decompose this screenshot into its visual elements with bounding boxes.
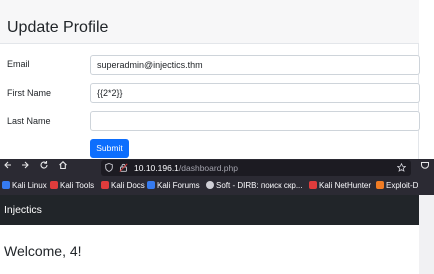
back-arrow-icon[interactable] (1, 159, 15, 177)
shield-icon[interactable] (105, 160, 113, 176)
kali-nethunter-icon (309, 181, 317, 189)
bookmark-label: Soft - DIRB: поиск скр... (216, 181, 303, 190)
profile-card: Update Profile Email superadmin@injectic… (0, 0, 420, 159)
bookmark-kali-forums[interactable]: Kali Forums (147, 177, 200, 195)
submit-button[interactable]: Submit (90, 139, 129, 158)
bookmark-label: Kali Tools (60, 181, 95, 190)
welcome-heading: Welcome, 4! (4, 243, 82, 259)
email-label: Email (7, 59, 30, 69)
exploit-db-icon (376, 181, 384, 189)
forward-arrow-icon[interactable] (18, 159, 32, 177)
bookmark-star-icon[interactable] (396, 160, 407, 176)
bookmark-label: Kali Linux (12, 181, 47, 190)
first-name-field[interactable]: {{2*2}} (90, 83, 420, 103)
bookmark-label: Kali NetHunter (319, 181, 372, 190)
url-bar[interactable]: 10.10.196.1/dashboard.php (101, 160, 411, 176)
bookmarks-toolbar: Kali Linux Kali Tools Kali Docs Kali For… (0, 177, 434, 195)
kali-linux-icon (2, 181, 10, 189)
globe-icon (206, 181, 214, 189)
bookmark-kali-tools[interactable]: Kali Tools (50, 177, 94, 195)
page-title: Update Profile (7, 19, 109, 36)
last-name-field[interactable] (90, 111, 420, 131)
url-path: /dashboard.php (178, 163, 238, 173)
bookmark-exploit-db[interactable]: Exploit-D (376, 177, 418, 195)
email-field[interactable]: superadmin@injectics.thm (90, 55, 420, 75)
last-name-label: Last Name (7, 116, 51, 126)
pocket-icon[interactable] (418, 159, 432, 177)
bookmark-soft-dirb[interactable]: Soft - DIRB: поиск скр... (206, 177, 303, 195)
brand-link[interactable]: Injectics (4, 195, 42, 225)
bookmark-label: Exploit-D (386, 181, 419, 190)
update-profile-section: Update Profile Email superadmin@injectic… (0, 0, 434, 159)
bookmark-kali-nethunter[interactable]: Kali NetHunter (309, 177, 371, 195)
dashboard-page: Injectics Welcome, 4! (0, 195, 434, 274)
kali-forums-icon (147, 181, 155, 189)
bookmark-label: Kali Forums (157, 181, 200, 190)
browser-toolbar: 10.10.196.1/dashboard.php Kali Linux Kal… (0, 159, 434, 195)
navigation-bar: 10.10.196.1/dashboard.php (0, 159, 434, 177)
url-host: 10.10.196.1 (134, 163, 179, 173)
kali-tools-icon (50, 181, 58, 189)
first-name-label: First Name (7, 88, 52, 98)
bookmark-kali-linux[interactable]: Kali Linux (2, 177, 47, 195)
page-edge (419, 195, 434, 274)
bookmark-kali-docs[interactable]: Kali Docs (101, 177, 145, 195)
insecure-lock-icon[interactable] (119, 160, 128, 176)
top-navbar: Injectics (0, 195, 419, 225)
home-icon[interactable] (56, 159, 70, 177)
bookmark-label: Kali Docs (111, 181, 145, 190)
reload-icon[interactable] (37, 159, 51, 177)
url-text[interactable]: 10.10.196.1/dashboard.php (134, 160, 238, 176)
card-header: Update Profile (0, 0, 419, 44)
kali-docs-icon (101, 181, 109, 189)
